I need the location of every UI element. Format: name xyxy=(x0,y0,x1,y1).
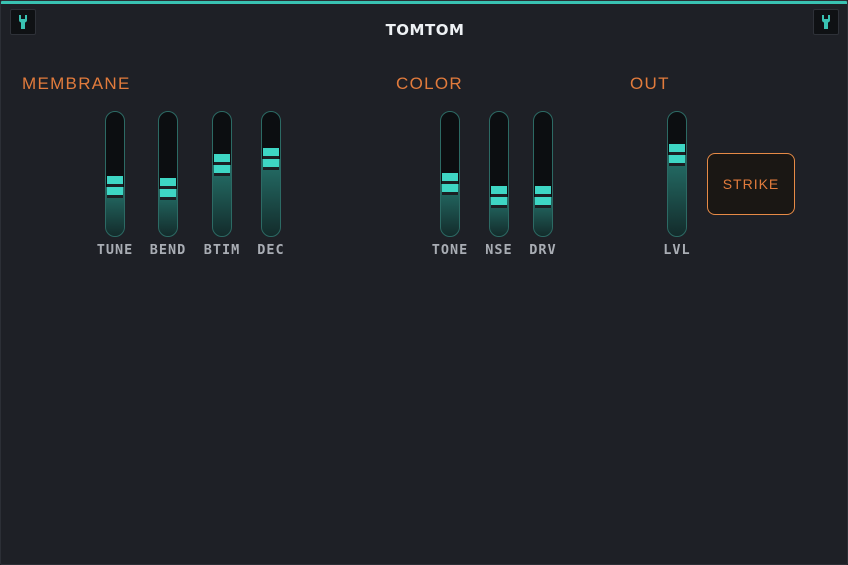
slider-bend[interactable] xyxy=(158,111,178,237)
top-accent-bar xyxy=(1,1,847,4)
slider-label-lvl: LVL xyxy=(663,242,691,258)
section-label-color: COLOR xyxy=(396,74,463,93)
strike-button[interactable]: STRIKE xyxy=(707,153,795,215)
slider-nse[interactable] xyxy=(489,111,509,237)
section-label-out: OUT xyxy=(630,74,670,93)
slider-btim[interactable] xyxy=(212,111,232,237)
slider-drv[interactable] xyxy=(533,111,553,237)
slider-tune[interactable] xyxy=(105,111,125,237)
slider-dec[interactable] xyxy=(261,111,281,237)
slider-fill xyxy=(262,158,280,236)
slider-tone[interactable] xyxy=(440,111,460,237)
slider-thumb[interactable] xyxy=(535,186,551,209)
slider-fill xyxy=(668,154,686,236)
slider-label-dec: DEC xyxy=(257,242,285,258)
slider-label-tune: TUNE xyxy=(96,242,134,258)
slider-thumb[interactable] xyxy=(669,143,685,166)
instrument-panel: TOMTOM MEMBRANE TUNE BEND BTIM DEC COLOR… xyxy=(0,0,848,565)
slider-label-bend: BEND xyxy=(149,242,187,258)
slider-label-drv: DRV xyxy=(529,242,557,258)
slider-thumb[interactable] xyxy=(263,147,279,170)
slider-lvl[interactable] xyxy=(667,111,687,237)
slider-thumb[interactable] xyxy=(107,175,123,198)
slider-thumb[interactable] xyxy=(214,154,230,177)
slider-thumb[interactable] xyxy=(491,186,507,209)
section-label-membrane: MEMBRANE xyxy=(22,74,131,93)
page-title: TOMTOM xyxy=(385,21,465,39)
slider-thumb[interactable] xyxy=(160,177,176,200)
slider-thumb[interactable] xyxy=(442,173,458,196)
